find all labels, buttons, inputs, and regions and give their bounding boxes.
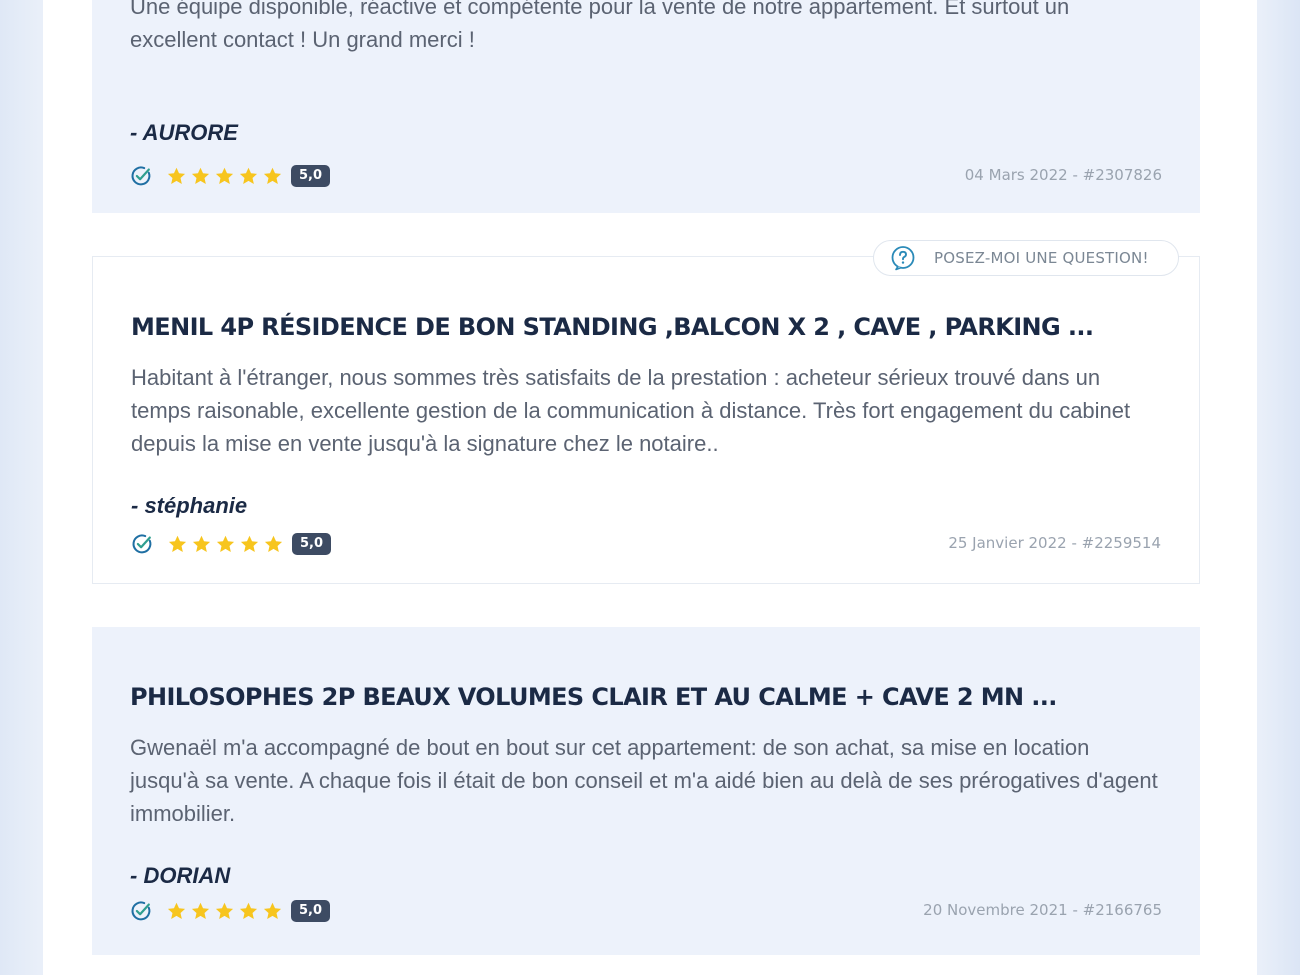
question-circle-icon (890, 245, 916, 271)
ask-question-button[interactable]: POSEZ-MOI UNE QUESTION! (873, 240, 1179, 276)
review-text: Habitant à l'étranger, nous sommes très … (131, 365, 1131, 456)
star-icon (262, 901, 283, 922)
rating-row: 5,0 (131, 532, 332, 556)
star-icon (190, 901, 211, 922)
review-author: - DORIAN (130, 863, 231, 888)
star-icon (166, 166, 187, 187)
star-icon (263, 534, 284, 555)
review-date-id: 04 Mars 2022 - #2307826 (964, 166, 1162, 184)
score-badge: 5,0 (291, 900, 331, 922)
review-date-id: 20 Novembre 2021 - #2166765 (923, 901, 1162, 919)
verified-check-icon (130, 165, 152, 187)
verified-check-icon (131, 533, 153, 555)
review-card: MENIL 4P RÉSIDENCE DE BON STANDING ,BALC… (92, 256, 1200, 584)
star-icon (191, 534, 212, 555)
star-rating (167, 534, 284, 555)
verified-check-icon (130, 900, 152, 922)
score-badge: 5,0 (292, 533, 332, 555)
star-icon (239, 534, 260, 555)
star-icon (214, 901, 235, 922)
property-title[interactable]: MENIL 4P RÉSIDENCE DE BON STANDING ,BALC… (131, 313, 1094, 341)
star-rating (166, 901, 283, 922)
review-text: Gwenaël m'a accompagné de bout en bout s… (130, 735, 1158, 826)
property-title[interactable]: PHILOSOPHES 2P BEAUX VOLUMES CLAIR ET AU… (130, 683, 1057, 711)
rating-row: 5,0 (130, 899, 331, 923)
review-date-id: 25 Janvier 2022 - #2259514 (948, 534, 1161, 552)
star-icon (166, 901, 187, 922)
star-icon (238, 166, 259, 187)
score-badge: 5,0 (291, 165, 331, 187)
ask-question-label: POSEZ-MOI UNE QUESTION! (934, 249, 1149, 267)
review-card: Une équipe disponible, réactive et compé… (92, 0, 1200, 213)
review-author: - AURORE (130, 120, 238, 145)
review-author: - stéphanie (131, 493, 248, 518)
star-icon (214, 166, 235, 187)
star-icon (167, 534, 188, 555)
star-icon (238, 901, 259, 922)
review-card: PHILOSOPHES 2P BEAUX VOLUMES CLAIR ET AU… (92, 627, 1200, 955)
star-icon (215, 534, 236, 555)
review-text: Une équipe disponible, réactive et compé… (130, 0, 1070, 52)
rating-row: 5,0 (130, 164, 331, 188)
star-icon (262, 166, 283, 187)
reviews-page: Une équipe disponible, réactive et compé… (43, 0, 1257, 975)
star-icon (190, 166, 211, 187)
star-rating (166, 166, 283, 187)
